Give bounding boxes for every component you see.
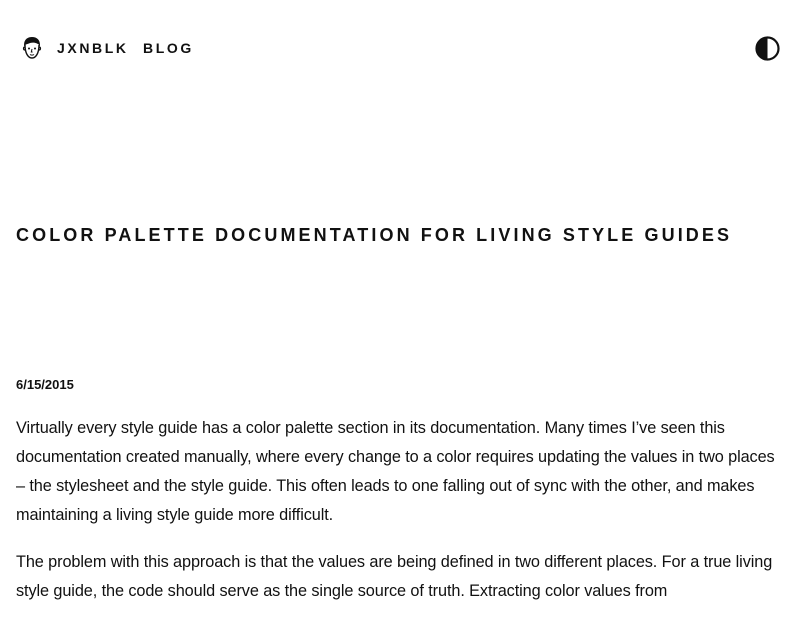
post-paragraph: The problem with this approach is that t… — [16, 553, 773, 600]
contrast-half-circle-icon[interactable] — [755, 36, 780, 61]
site-name: JXNBLK — [57, 40, 129, 56]
post-paragraph: Virtually every style guide has a color … — [16, 419, 775, 524]
home-link[interactable]: JXNBLK — [21, 36, 129, 60]
nav-blog-link[interactable]: BLOG — [143, 36, 194, 60]
post-title: COLOR PALETTE DOCUMENTATION FOR LIVING S… — [16, 225, 733, 245]
post-body: Virtually every style guide has a color … — [16, 414, 786, 624]
site-header: JXNBLK BLOG — [0, 0, 800, 96]
post-date: 6/15/2015 — [16, 377, 74, 392]
face-avatar-icon — [22, 37, 42, 59]
